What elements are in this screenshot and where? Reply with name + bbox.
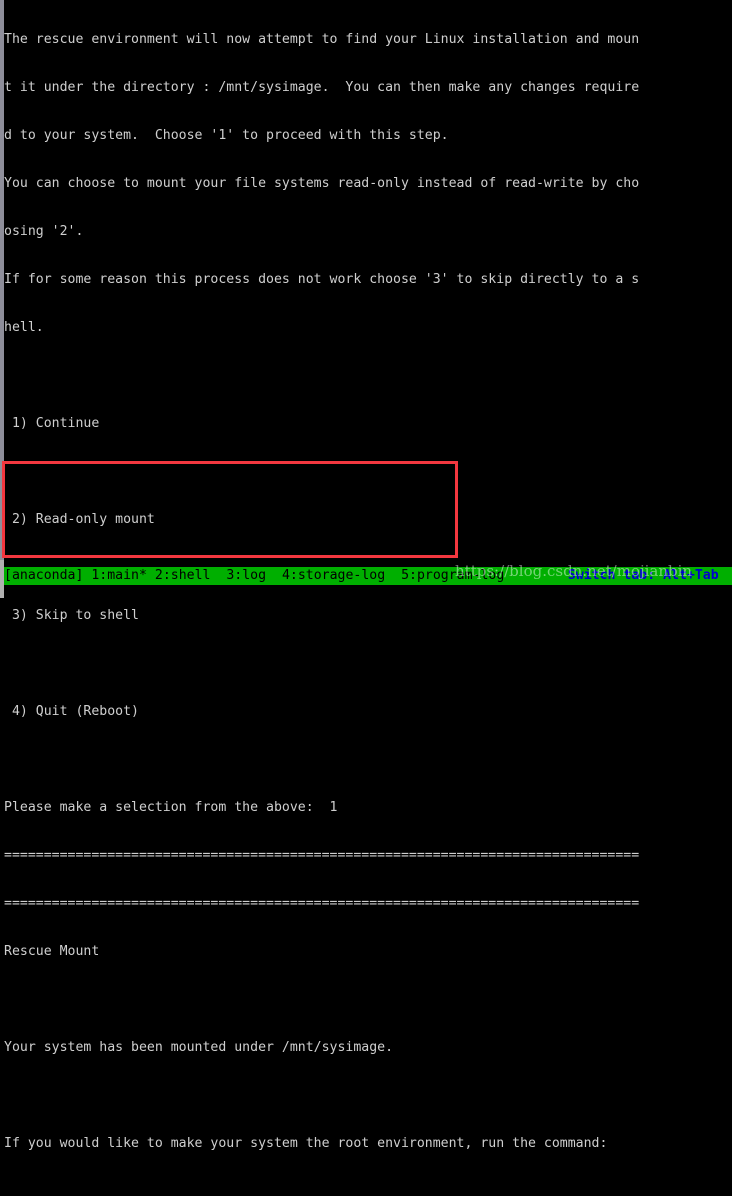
screen-bottom-filler	[0, 585, 732, 598]
status-session-name: [anaconda]	[4, 568, 84, 583]
terminal-line: Your system has been mounted under /mnt/…	[4, 1040, 394, 1055]
status-window-shell[interactable]: 2:shell	[155, 568, 211, 583]
status-spacer	[147, 568, 155, 583]
menu-option-continue[interactable]: 1) Continue	[4, 416, 732, 432]
status-switch-tab-hint: Switch tab: Alt+Tab	[567, 568, 719, 583]
terminal-output: The rescue environment will now attempt …	[4, 0, 732, 1151]
terminal-line: d to your system. Choose '1' to proceed …	[4, 128, 449, 143]
selection-prompt: Please make a selection from the above: …	[4, 800, 338, 815]
scrollbar[interactable]	[0, 0, 4, 598]
divider-rule: ========================================…	[4, 896, 640, 911]
tmux-status-bar: [anaconda] 1:main* 2:shell 3:log 4:stora…	[4, 567, 732, 585]
status-window-program-log[interactable]: 5:program-log	[401, 568, 504, 583]
terminal-line: If for some reason this process does not…	[4, 272, 640, 287]
scrollbar-thumb[interactable]	[0, 0, 4, 560]
terminal-line: The rescue environment will now attempt …	[4, 32, 640, 47]
terminal-screen: The rescue environment will now attempt …	[0, 0, 732, 1151]
status-spacer	[210, 568, 226, 583]
terminal-line: t it under the directory : /mnt/sysimage…	[4, 80, 640, 95]
menu-option-read-only-mount[interactable]: 2) Read-only mount	[4, 512, 732, 528]
status-spacer	[266, 568, 282, 583]
terminal-line: osing '2'.	[4, 224, 84, 239]
terminal-line: If you would like to make your system th…	[4, 1136, 608, 1151]
status-spacer	[385, 568, 401, 583]
divider-rule: ========================================…	[4, 848, 640, 863]
status-window-storage-log[interactable]: 4:storage-log	[282, 568, 385, 583]
status-spacer	[504, 568, 568, 583]
terminal-line: hell.	[4, 320, 44, 335]
menu-option-skip-to-shell[interactable]: 3) Skip to shell	[4, 608, 732, 624]
terminal-line: You can choose to mount your file system…	[4, 176, 640, 191]
menu-option-quit-reboot[interactable]: 4) Quit (Reboot)	[4, 704, 732, 720]
section-title-rescue-mount: Rescue Mount	[4, 944, 100, 959]
status-window-log[interactable]: 3:log	[226, 568, 266, 583]
status-window-main[interactable]: 1:main*	[91, 568, 147, 583]
